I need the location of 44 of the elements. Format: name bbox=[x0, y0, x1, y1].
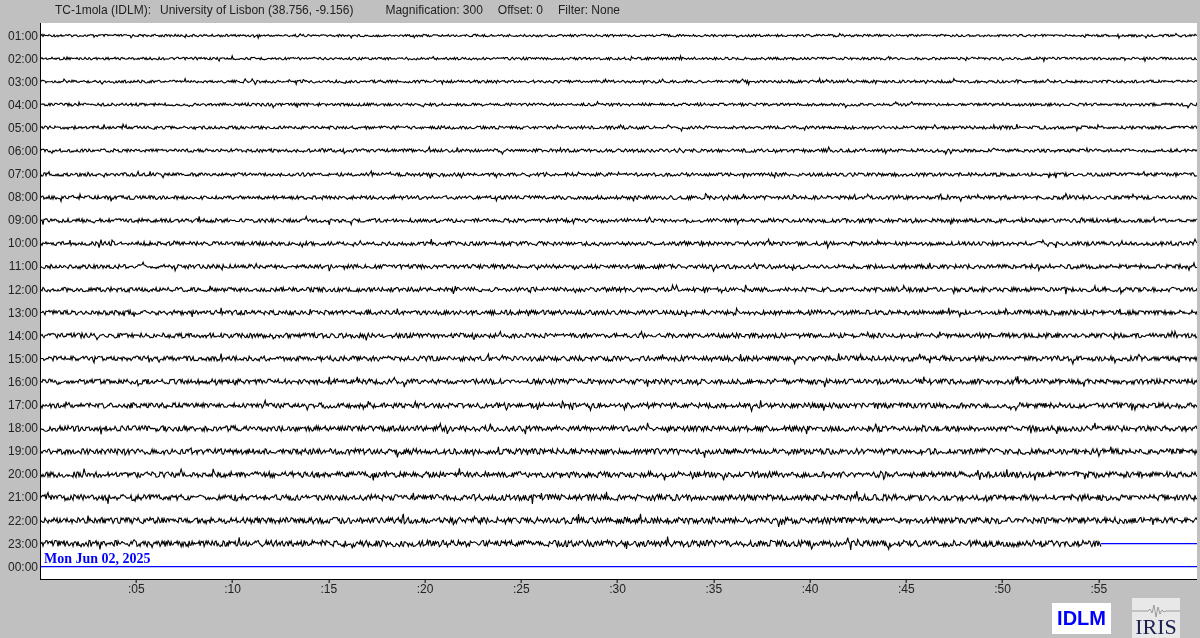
hour-label: 17:00 bbox=[7, 397, 39, 415]
hour-label: 05:00 bbox=[7, 119, 39, 137]
hour-label: 15:00 bbox=[7, 350, 39, 368]
hour-label: 21:00 bbox=[7, 489, 39, 507]
hour-label: 14:00 bbox=[7, 327, 39, 345]
hour-label: 16:00 bbox=[7, 373, 39, 391]
hour-label: 20:00 bbox=[7, 466, 39, 484]
minute-label: :40 bbox=[801, 583, 819, 595]
seismogram-icon bbox=[1132, 604, 1180, 618]
minute-label: :15 bbox=[320, 583, 338, 595]
minute-label: :50 bbox=[994, 583, 1011, 595]
hour-label: 11:00 bbox=[8, 258, 39, 276]
minute-label: :25 bbox=[512, 583, 530, 595]
minute-label: :10 bbox=[224, 583, 241, 595]
hour-label: 00:00 bbox=[7, 558, 39, 576]
hour-label: 01:00 bbox=[7, 27, 39, 45]
minute-label: :20 bbox=[416, 583, 434, 595]
offset-label: Offset: 0 bbox=[497, 2, 543, 19]
hour-label: 08:00 bbox=[7, 189, 39, 207]
iris-text: IRIS bbox=[1135, 616, 1177, 638]
hour-label: 06:00 bbox=[7, 143, 39, 160]
hour-label: 23:00 bbox=[7, 535, 39, 553]
hour-label: 07:00 bbox=[7, 166, 39, 184]
hour-label: 09:00 bbox=[7, 212, 39, 230]
hour-label: 22:00 bbox=[7, 512, 39, 530]
minute-label: :45 bbox=[897, 583, 915, 595]
minute-label: :05 bbox=[127, 583, 145, 595]
filter-label: Filter: None bbox=[558, 2, 621, 19]
hour-label: 19:00 bbox=[7, 443, 39, 461]
minute-label: :35 bbox=[705, 583, 723, 595]
minute-label: :30 bbox=[609, 583, 626, 595]
network-logo: IDLM bbox=[1052, 602, 1111, 634]
station-label: TC-1mola (IDLM): bbox=[55, 2, 151, 19]
date-label: Mon Jun 02, 2025 bbox=[44, 552, 151, 567]
minute-label: :55 bbox=[1090, 583, 1108, 595]
hour-label: 02:00 bbox=[7, 50, 39, 68]
hour-label: 03:00 bbox=[7, 73, 39, 91]
hour-label: 04:00 bbox=[7, 96, 39, 114]
hour-label: 12:00 bbox=[7, 281, 39, 299]
hour-label: 13:00 bbox=[7, 304, 39, 322]
location-label: University of Lisbon (38.756, -9.156) bbox=[160, 2, 354, 19]
hour-label: 18:00 bbox=[7, 420, 39, 438]
magnification-label: Magnification: 300 bbox=[385, 2, 483, 19]
hour-label: 10:00 bbox=[7, 235, 39, 253]
